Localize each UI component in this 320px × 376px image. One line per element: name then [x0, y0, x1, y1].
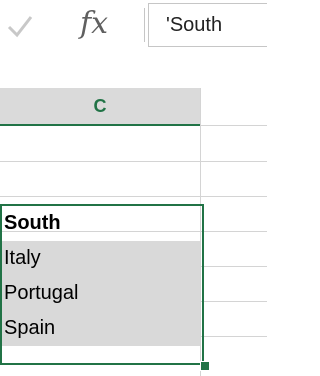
formula-bar-divider — [144, 8, 145, 42]
checkmark-icon[interactable] — [6, 12, 34, 40]
cell-c-selected[interactable]: Portugal — [0, 276, 200, 311]
formula-bar: fx — [0, 0, 267, 50]
grid-line-vertical — [200, 88, 201, 376]
fill-handle[interactable] — [200, 361, 210, 371]
column-header-d[interactable] — [201, 88, 267, 126]
cell-c-row-1[interactable] — [0, 126, 200, 161]
fx-icon[interactable]: fx — [80, 6, 108, 42]
grid-line — [0, 196, 267, 197]
cell-c-row-2[interactable] — [0, 161, 200, 196]
cell-c-selected[interactable]: Spain — [0, 311, 200, 346]
worksheet-grid: C South Italy Portugal Spain — [0, 50, 267, 376]
cell-c-selected[interactable]: Italy — [0, 241, 200, 276]
column-header-c[interactable]: C — [0, 88, 200, 126]
cell-c-active[interactable]: South — [0, 206, 200, 241]
formula-input[interactable] — [148, 3, 267, 47]
